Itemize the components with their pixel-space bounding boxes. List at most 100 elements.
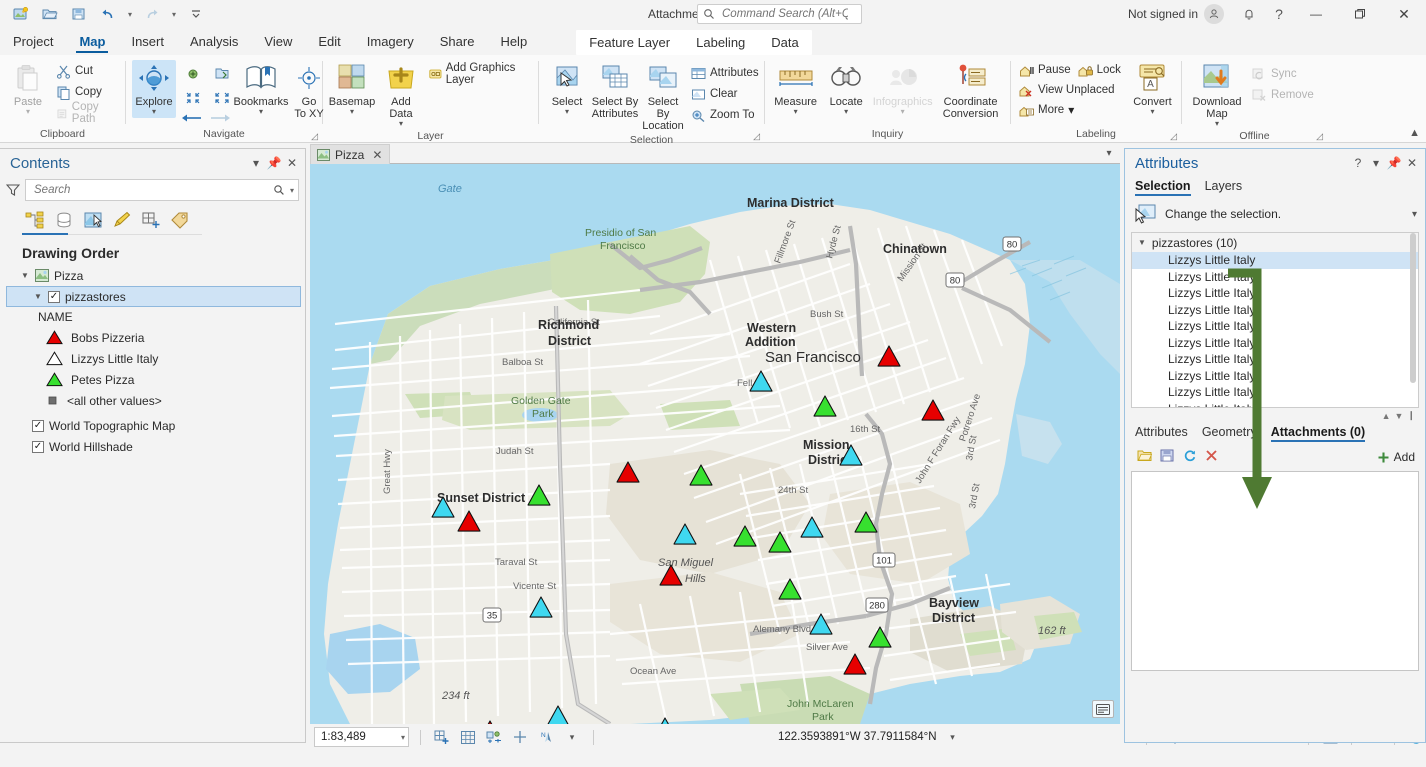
map-marker-cyan[interactable] [749,370,773,392]
redo-dropdown-icon[interactable]: ▾ [168,3,180,25]
list-by-drawing-order-icon[interactable] [22,207,48,233]
locate-button[interactable]: Locate ▾ [824,60,868,118]
contents-menu-icon[interactable]: ▾ [247,154,265,172]
map-marker-green[interactable] [689,464,713,486]
list-by-selection-icon[interactable] [80,207,106,233]
grid-icon[interactable] [458,727,478,747]
detail-tab-geometry[interactable]: Geometry [1202,425,1257,442]
basemap-caret-icon[interactable]: ▾ [350,108,354,116]
selection-list-item[interactable]: Lizzys Little Italy [1132,269,1418,286]
convert-caret-icon[interactable]: ▾ [1150,108,1154,116]
undo-dropdown-icon[interactable]: ▾ [124,3,136,25]
contents-search-input[interactable] [32,183,273,197]
list-by-labeling-icon[interactable] [167,207,193,233]
tree-node-map[interactable]: ▼ Pizza [6,265,305,286]
map-marker-green[interactable] [854,511,878,533]
tree-node-world-hillshade[interactable]: ✓ World Hillshade [6,436,305,457]
map-marker-cyan[interactable] [800,516,824,538]
selection-list-item[interactable]: Lizzys Little Italy [1132,368,1418,385]
new-project-icon[interactable] [8,3,34,25]
list-by-editing-icon[interactable] [109,207,135,233]
cut-button[interactable]: Cut [54,61,119,81]
infographics-button[interactable]: Infographics ▾ [872,60,933,118]
attachment-list-area[interactable] [1131,471,1419,671]
command-search-input[interactable] [720,7,850,21]
ribbon-tab-view[interactable]: View [251,30,305,55]
legend-item-lizzys-little-italy[interactable]: Lizzys Little Italy [6,348,305,369]
attributes-button[interactable]: Attributes [689,63,764,83]
layer-visibility-checkbox[interactable]: ✓ [48,290,60,303]
list-by-data-source-icon[interactable] [51,207,77,233]
scale-caret-icon[interactable]: ▾ [401,733,405,742]
contents-search-box[interactable]: ▾ [25,179,299,201]
map-marker-cyan[interactable] [839,444,863,466]
search-options-caret-icon[interactable]: ▾ [290,186,294,195]
add-data-button[interactable]: Add Data ▾ [379,60,423,130]
bookmarks-button[interactable]: Bookmarks ▾ [233,60,289,118]
select-button[interactable]: Select ▾ [545,60,589,118]
list-by-snapping-icon[interactable] [138,207,164,233]
collapse-ribbon-icon[interactable]: ▲ [1409,127,1420,139]
command-search[interactable] [697,4,862,24]
map-marker-cyan[interactable] [529,596,553,618]
save-project-icon[interactable] [66,3,92,25]
ribbon-tab-analysis[interactable]: Analysis [177,30,251,55]
basemap-visibility-checkbox[interactable]: ✓ [32,419,44,432]
ribbon-tab-labeling[interactable]: Labeling [683,31,758,55]
scroll-up-icon[interactable]: ▲ [1382,411,1391,421]
account-avatar-icon[interactable] [1204,4,1224,24]
selection-chip-icon[interactable] [484,727,504,747]
change-selection-caret-icon[interactable]: ▾ [1412,209,1417,220]
map-marker-cyan[interactable] [809,613,833,635]
map-marker-green[interactable] [813,395,837,417]
remove-offline-button[interactable]: Remove [1250,85,1319,105]
map-marker-red[interactable] [921,399,945,421]
map-marker-red[interactable] [659,564,683,586]
select-by-attributes-button[interactable]: Select By Attributes [592,60,638,122]
selection-group-header[interactable]: ▼ pizzastores (10) [1132,233,1418,252]
copy-button[interactable]: Copy [54,82,119,102]
sync-button[interactable]: Sync [1250,64,1319,84]
attributes-help-icon[interactable]: ? [1349,154,1367,172]
collapse-group-icon[interactable]: ▼ [1138,238,1146,247]
map-marker-red[interactable] [877,345,901,367]
minimize-button[interactable]: — [1294,0,1338,28]
add-grid-icon[interactable] [432,727,452,747]
explore-caret-icon[interactable]: ▾ [152,108,156,116]
help-icon[interactable]: ? [1264,0,1294,28]
map-marker-cyan[interactable] [673,523,697,545]
change-selection-row[interactable]: Change the selection. ▾ [1125,196,1425,232]
map-tab-menu-icon[interactable]: ▾ [1098,144,1120,164]
selection-list-item[interactable]: Lizzys Little Italy [1132,384,1418,401]
measure-button[interactable]: Measure ▾ [771,60,820,118]
tree-node-world-topographic-map[interactable]: ✓ World Topographic Map [6,415,305,436]
fixed-zoom-in-icon[interactable] [180,63,206,85]
contents-close-icon[interactable]: ✕ [283,154,301,172]
add-data-caret-icon[interactable]: ▾ [399,120,403,128]
offline-dialog-launcher-icon[interactable]: ◿ [1316,131,1323,142]
selection-list-nav[interactable]: ▲ ▼ ❙ [1125,408,1425,421]
clear-selection-button[interactable]: Clear [689,84,764,104]
basemap-attribution-icon[interactable] [1092,700,1114,718]
map-tab-pizza[interactable]: Pizza ✕ [310,144,391,164]
map-marker-cyan[interactable] [431,496,455,518]
save-attachment-icon[interactable] [1160,449,1174,465]
hillshade-visibility-checkbox[interactable]: ✓ [32,440,44,453]
close-map-tab-icon[interactable]: ✕ [372,148,382,162]
selection-list-item[interactable]: Lizzys Little Italy [1132,302,1418,319]
ribbon-tab-feature-layer[interactable]: Feature Layer [576,31,683,55]
expand-map-icon[interactable]: ▼ [20,271,30,280]
subtab-selection[interactable]: Selection [1135,179,1191,196]
pause-labeling-button[interactable]: Pause [1017,60,1076,80]
expand-layer-icon[interactable]: ▼ [33,292,43,301]
detail-tab-attachments[interactable]: Attachments (0) [1270,425,1366,442]
selection-list-item[interactable]: Lizzys Little Italy [1132,252,1418,269]
attributes-menu-icon[interactable]: ▾ [1367,154,1385,172]
map-marker-green[interactable] [868,626,892,648]
add-attachment-button[interactable]: Add [1377,450,1415,464]
map-scale-selector[interactable]: 1:83,489 ▾ [314,727,409,747]
ribbon-tab-imagery[interactable]: Imagery [354,30,427,55]
map-marker-red[interactable] [616,461,640,483]
coordinate-conversion-button[interactable]: Coordinate Conversion [937,60,1004,122]
filter-icon[interactable] [6,183,20,197]
